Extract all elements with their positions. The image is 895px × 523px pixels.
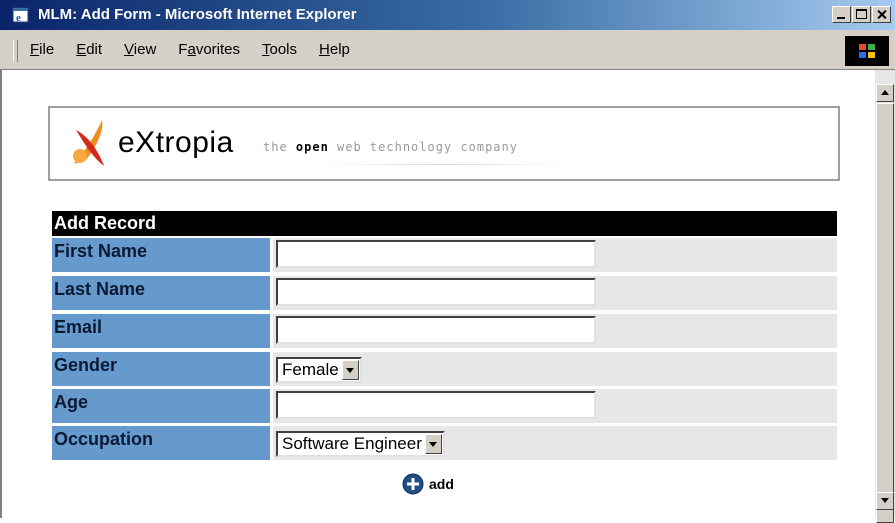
- email-input[interactable]: [276, 316, 596, 344]
- logo-wordmark: eXtropia: [118, 126, 234, 159]
- form-title: Add Record: [52, 211, 837, 236]
- tagline: the open web technology company: [263, 140, 518, 154]
- windows-logo-icon: [859, 44, 875, 58]
- first-name-input[interactable]: [276, 240, 596, 268]
- last-name-cell: [273, 276, 837, 310]
- form-row-first-name: First Name: [52, 238, 837, 272]
- occupation-select[interactable]: Software Engineer: [276, 431, 445, 457]
- age-label: Age: [52, 389, 270, 423]
- window-title-bar[interactable]: e MLM: Add Form - Microsoft Internet Exp…: [0, 0, 895, 30]
- gender-select-value: Female: [282, 360, 339, 379]
- occupation-cell: Software Engineer: [273, 426, 837, 460]
- ie-icon: e: [12, 7, 29, 24]
- form-row-email: Email: [52, 314, 837, 348]
- vertical-scrollbar[interactable]: [875, 70, 895, 523]
- email-cell: [273, 314, 837, 348]
- menu-help[interactable]: Help: [319, 41, 350, 58]
- gender-label: Gender: [52, 352, 270, 386]
- menu-bar: File Edit View Favorites Tools Help: [0, 30, 895, 70]
- gender-cell: Female: [273, 352, 837, 386]
- add-button[interactable]: add: [402, 472, 454, 496]
- menu-tools[interactable]: Tools: [262, 41, 297, 58]
- scroll-thumb[interactable]: [876, 103, 894, 523]
- occupation-select-value: Software Engineer: [282, 434, 422, 453]
- first-name-cell: [273, 238, 837, 272]
- extropia-logo-icon: [73, 120, 104, 166]
- form-row-age: Age: [52, 389, 837, 423]
- age-input[interactable]: [276, 391, 596, 419]
- window-title: MLM: Add Form - Microsoft Internet Explo…: [38, 6, 357, 23]
- menu-favorites[interactable]: Favorites: [178, 41, 240, 58]
- chevron-down-icon[interactable]: [424, 434, 442, 454]
- tagline-underline: [318, 164, 572, 165]
- extropia-banner: eXtropia the open web technology company: [48, 106, 840, 181]
- scroll-up-icon[interactable]: [876, 84, 894, 102]
- menu-edit[interactable]: Edit: [76, 41, 102, 58]
- gender-select[interactable]: Female: [276, 357, 362, 383]
- window-controls: [832, 6, 891, 23]
- occupation-label: Occupation: [52, 426, 270, 460]
- last-name-input[interactable]: [276, 278, 596, 306]
- last-name-label: Last Name: [52, 276, 270, 310]
- maximize-icon[interactable]: [852, 6, 871, 23]
- form-row-last-name: Last Name: [52, 276, 837, 310]
- svg-text:e: e: [16, 12, 21, 24]
- menu-grip[interactable]: [13, 40, 18, 62]
- age-cell: [273, 389, 837, 423]
- first-name-label: First Name: [52, 238, 270, 272]
- form-row-gender: Gender Female: [52, 352, 837, 386]
- minimize-icon[interactable]: [832, 6, 851, 23]
- menu-view[interactable]: View: [124, 41, 156, 58]
- chevron-down-icon[interactable]: [341, 360, 359, 380]
- add-button-label: add: [429, 476, 454, 492]
- form-row-occupation: Occupation Software Engineer: [52, 426, 837, 460]
- menu-file[interactable]: File: [30, 41, 54, 58]
- menu-items: File Edit View Favorites Tools Help: [30, 41, 372, 58]
- scroll-down-icon[interactable]: [876, 492, 894, 510]
- close-icon[interactable]: [872, 6, 891, 23]
- browser-throbber: [845, 36, 889, 66]
- plus-circle-icon[interactable]: [402, 473, 424, 495]
- email-label: Email: [52, 314, 270, 348]
